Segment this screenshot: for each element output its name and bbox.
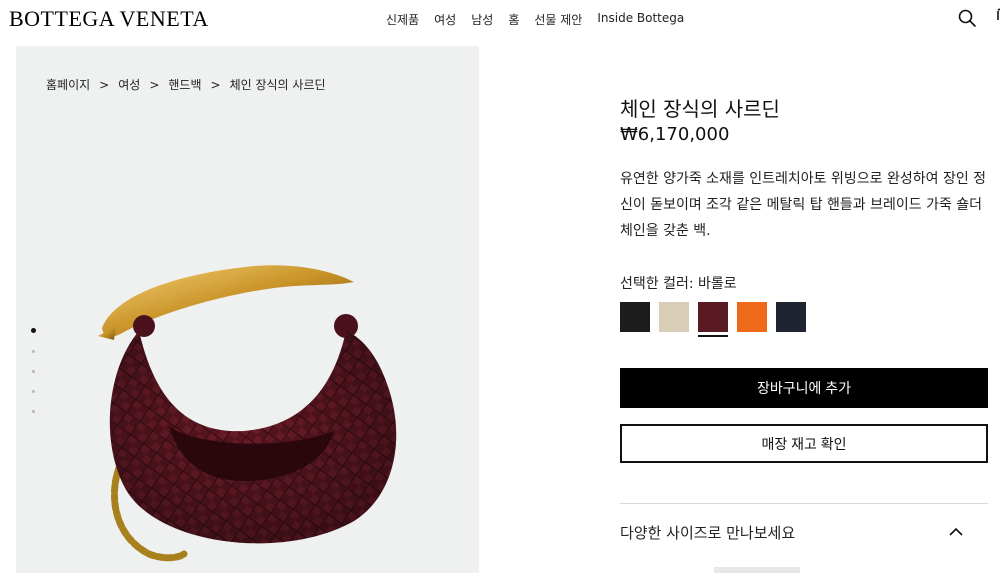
nav-item-new[interactable]: 신제품: [386, 11, 419, 28]
cart-icon[interactable]: [990, 6, 1000, 24]
nav-item-women[interactable]: 여성: [434, 11, 456, 28]
gallery-dot[interactable]: [31, 410, 35, 413]
product-image[interactable]: [84, 236, 404, 573]
gallery-dot[interactable]: [31, 390, 35, 393]
sizes-accordion[interactable]: 다양한 사이즈로 만나보세요: [620, 504, 988, 560]
add-to-cart-button[interactable]: 장바구니에 추가: [620, 368, 988, 408]
check-store-stock-button[interactable]: 매장 재고 확인: [620, 424, 988, 463]
search-icon[interactable]: [957, 8, 977, 28]
gallery-dot[interactable]: [31, 350, 35, 353]
gallery-pagination: [30, 328, 36, 430]
chevron-up-icon: [949, 527, 963, 536]
nav-item-men[interactable]: 남성: [471, 11, 493, 28]
product-price: ₩6,170,000: [620, 124, 730, 145]
color-swatch-barolo[interactable]: [698, 302, 728, 337]
product-gallery: 홈페이지 > 여성 > 핸드백 > 체인 장식의 사르딘: [16, 46, 479, 573]
main-nav: 신제품 여성 남성 홈 선물 제안 Inside Bottega: [386, 11, 684, 28]
product-title: 체인 장식의 사르딘: [620, 97, 780, 121]
breadcrumb-separator: >: [210, 78, 221, 92]
product-description: 유연한 양가죽 소재를 인트레치아토 위빙으로 완성하여 장인 정신이 돋보이며…: [620, 171, 987, 239]
breadcrumb-women[interactable]: 여성: [118, 78, 140, 92]
breadcrumb-separator: >: [149, 78, 160, 92]
breadcrumb-separator: >: [99, 78, 110, 92]
breadcrumb-current: 체인 장식의 사르딘: [229, 78, 326, 92]
color-swatches: [620, 302, 815, 337]
selected-color-label: 선택한 컬러: 바롤로: [620, 276, 737, 292]
size-thumbnail[interactable]: [714, 567, 800, 573]
color-swatch-beige[interactable]: [659, 302, 689, 332]
breadcrumb-handbags[interactable]: 핸드백: [168, 78, 201, 92]
color-swatch-navy[interactable]: [776, 302, 806, 332]
breadcrumb-home[interactable]: 홈페이지: [46, 78, 90, 92]
gallery-dot[interactable]: [31, 370, 35, 373]
brand-logo[interactable]: BOTTEGA VENETA: [9, 6, 209, 32]
nav-item-home[interactable]: 홈: [508, 11, 519, 28]
color-swatch-black[interactable]: [620, 302, 650, 332]
gallery-dot[interactable]: [30, 328, 36, 333]
breadcrumb: 홈페이지 > 여성 > 핸드백 > 체인 장식의 사르딘: [46, 76, 326, 93]
nav-item-inside-bottega[interactable]: Inside Bottega: [597, 11, 684, 28]
nav-item-gifts[interactable]: 선물 제안: [534, 11, 582, 28]
color-swatch-orange[interactable]: [737, 302, 767, 332]
sizes-accordion-label: 다양한 사이즈로 만나보세요: [620, 523, 796, 542]
